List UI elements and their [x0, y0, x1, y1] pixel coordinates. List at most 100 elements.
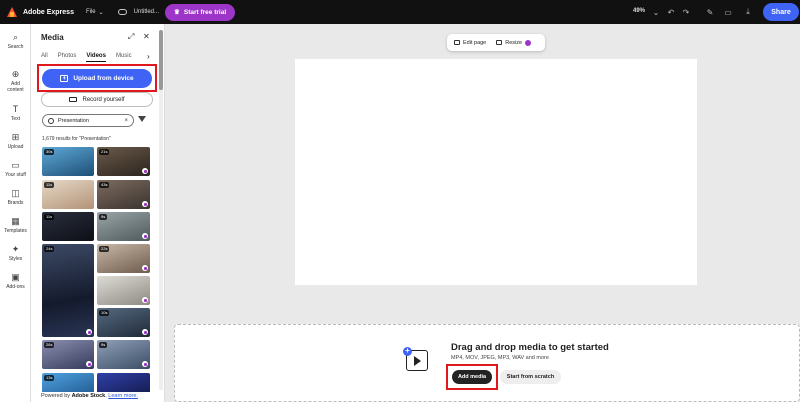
left-rail: ⌕ Search ⊕ Add content T Text ⊞ Upload ▭…	[0, 24, 31, 402]
duration-badge: 30s	[44, 149, 55, 155]
close-icon[interactable]: ✕	[143, 32, 150, 41]
clear-icon[interactable]: ×	[124, 118, 128, 124]
document-title[interactable]: Untitled...	[134, 9, 159, 15]
rail-item-brands[interactable]: ◫ Brands	[0, 188, 31, 206]
adobe-express-logo[interactable]	[7, 7, 17, 17]
add-media-button[interactable]: Add media	[452, 370, 492, 384]
video-thumbnail[interactable]: 26s	[42, 340, 94, 369]
search-input[interactable]: Presentation ×	[42, 114, 134, 127]
duration-badge: 24s	[44, 246, 55, 252]
media-drop-zone[interactable]: + Drag and drop media to get started MP4…	[174, 324, 800, 402]
duration-badge: 26s	[44, 342, 55, 348]
start-from-scratch-button[interactable]: Start from scratch	[500, 370, 561, 384]
share-button[interactable]: Share	[763, 3, 799, 21]
addons-icon: ▣	[11, 272, 20, 282]
video-thumbnail[interactable]: 10s	[97, 308, 150, 337]
premium-icon	[86, 329, 92, 335]
sliders-icon	[454, 40, 460, 45]
resize-button[interactable]: Resize	[496, 39, 532, 46]
video-thumbnail[interactable]: 13s	[42, 373, 94, 392]
magic-tools-icon[interactable]: ✎	[703, 5, 717, 19]
rail-item-styles[interactable]: ✦ Styles	[0, 244, 31, 262]
rail-item-templates[interactable]: ▦ Templates	[0, 216, 31, 234]
video-thumbnail[interactable]	[97, 373, 150, 392]
video-thumbnail[interactable]: 22s	[97, 244, 150, 273]
video-thumbnail[interactable]: 11s	[42, 212, 94, 241]
premium-icon	[86, 361, 92, 367]
rail-item-add-content[interactable]: ⊕ Add content	[0, 69, 31, 93]
rail-item-your-stuff[interactable]: ▭ Your stuff	[0, 160, 31, 178]
stock-credit: Powered by Adobe Stock. Learn more.	[41, 393, 138, 399]
duration-badge: 22s	[99, 246, 110, 252]
premium-icon	[142, 297, 148, 303]
video-thumbnail[interactable]: 24s	[42, 244, 94, 337]
zoom-level[interactable]: 49%	[633, 8, 645, 14]
video-thumbnail[interactable]: 30s	[42, 147, 94, 176]
upload-from-device-button[interactable]: + Upload from device	[42, 69, 152, 88]
rail-item-text[interactable]: T Text	[0, 104, 31, 122]
rail-label: Templates	[4, 228, 27, 234]
undo-icon[interactable]: ↶	[664, 5, 678, 19]
file-menu[interactable]: File ⌄	[86, 9, 104, 16]
rail-item-search[interactable]: ⌕ Search	[0, 32, 31, 50]
rail-item-upload[interactable]: ⊞ Upload	[0, 132, 31, 150]
redo-icon[interactable]: ↷	[679, 5, 693, 19]
chevron-down-icon[interactable]: ⌄	[649, 5, 663, 19]
camera-icon	[69, 97, 78, 102]
duration-badge: 11s	[44, 214, 55, 220]
folder-icon: ▭	[11, 160, 20, 170]
stock-prefix: Powered by	[41, 393, 72, 399]
panel-scrollbar[interactable]	[159, 30, 163, 390]
rail-label: Brands	[7, 200, 24, 206]
trial-label: Start free trial	[183, 8, 227, 16]
upload-label: Upload from device	[73, 75, 134, 82]
video-thumbnail[interactable]: 9s	[97, 340, 150, 369]
video-thumbnail[interactable]: 11s	[42, 180, 94, 209]
rail-label: Add content	[7, 81, 24, 93]
upload-icon: ⊞	[11, 132, 20, 142]
media-tabs: All Photos Videos Music	[41, 53, 132, 62]
duration-badge: 11s	[44, 182, 55, 188]
expand-icon[interactable]: ⤢	[128, 32, 134, 42]
filter-icon[interactable]	[138, 116, 146, 122]
chevron-right-icon[interactable]: ›	[147, 52, 150, 61]
record-yourself-button[interactable]: Record yourself	[41, 92, 153, 107]
panel-title: Media	[41, 33, 64, 42]
edit-page-button[interactable]: Edit page	[454, 40, 486, 46]
rail-label: Styles	[8, 256, 23, 262]
rail-label: Upload	[7, 144, 24, 150]
download-icon[interactable]: ⤓	[741, 5, 755, 19]
video-thumbnail[interactable]: 43s	[97, 180, 150, 209]
tab-videos[interactable]: Videos	[86, 53, 106, 62]
duration-badge: 9s	[99, 342, 108, 348]
tab-music[interactable]: Music	[116, 53, 132, 62]
tab-all[interactable]: All	[41, 53, 48, 62]
start-free-trial-button[interactable]: ♛ Start free trial	[165, 3, 236, 21]
brand-name: Adobe Express	[23, 8, 74, 16]
tab-photos[interactable]: Photos	[58, 53, 77, 62]
duration-badge: 10s	[99, 310, 110, 316]
media-panel: Media ⤢ ✕ All Photos Videos Music › + Up…	[31, 24, 165, 402]
premium-icon	[142, 329, 148, 335]
duration-badge: 43s	[99, 182, 110, 188]
chevron-down-icon: ⌄	[98, 9, 104, 16]
templates-icon: ▦	[11, 216, 20, 226]
duration-badge: 21s	[99, 149, 110, 155]
rail-label: Search	[7, 44, 24, 50]
learn-more-link[interactable]: Learn more.	[108, 393, 138, 399]
video-thumbnail[interactable]	[97, 276, 150, 305]
premium-icon	[525, 39, 532, 46]
rail-item-add-ons[interactable]: ▣ Add-ons	[0, 272, 31, 290]
video-thumbnail[interactable]: 9s	[97, 212, 150, 241]
edit-page-label: Edit page	[463, 39, 487, 46]
video-thumbnail[interactable]: 21s	[97, 147, 150, 176]
duration-badge: 9s	[99, 214, 108, 220]
comment-icon[interactable]: ▭	[721, 5, 735, 19]
premium-icon	[142, 265, 148, 271]
drop-formats: MP4, MOV, JPEG, MP3, WAV and more	[451, 355, 549, 361]
search-icon: ⌕	[12, 32, 19, 42]
plus-icon: ⊕	[11, 69, 20, 79]
canvas-page[interactable]	[295, 59, 697, 285]
file-menu-label: File	[85, 9, 96, 15]
scrollbar-thumb[interactable]	[159, 30, 163, 90]
